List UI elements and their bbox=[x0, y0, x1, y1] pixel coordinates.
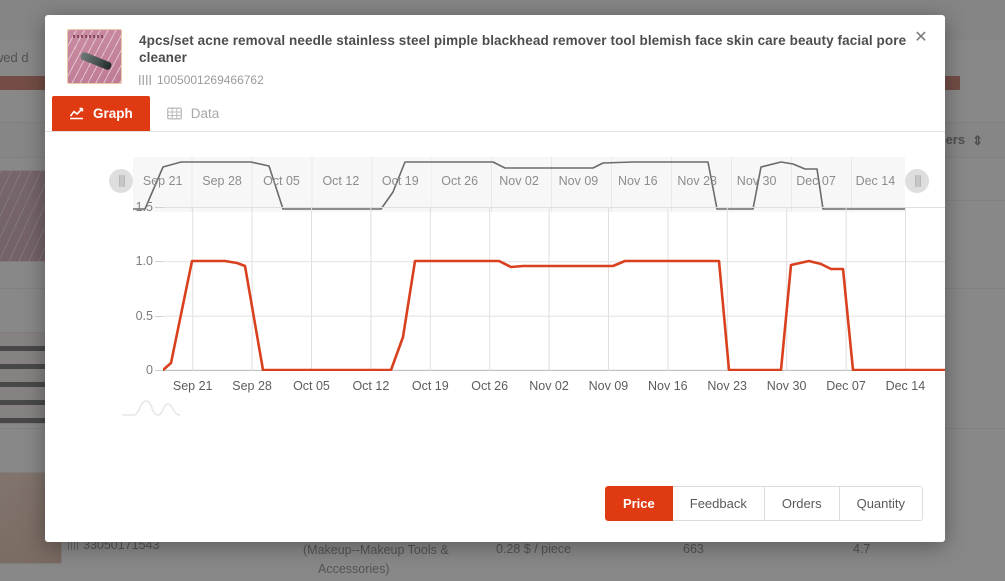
modal-footer: Price Feedback Orders Quantity bbox=[45, 464, 945, 542]
price-series-line bbox=[163, 259, 945, 371]
chart-watermark-logo bbox=[120, 397, 182, 419]
plot-canvas: 1.5 1.0 0.5 0 bbox=[136, 200, 945, 377]
metric-button-group: Price Feedback Orders Quantity bbox=[604, 485, 923, 521]
product-history-modal: 4pcs/set acne removal needle stainless s… bbox=[45, 15, 945, 542]
navigator-tick: Dec 14 bbox=[855, 174, 896, 188]
line-chart-icon bbox=[69, 107, 84, 120]
table-grid-icon bbox=[166, 107, 182, 120]
x-axis-tick: Oct 12 bbox=[352, 379, 390, 393]
x-axis-tick: Nov 16 bbox=[648, 379, 688, 393]
metric-button-price[interactable]: Price bbox=[604, 485, 673, 521]
navigator-tick: Dec 07 bbox=[796, 174, 836, 188]
thumbnail-caption-stripe bbox=[73, 35, 103, 38]
thumbnail-needle-shape bbox=[79, 51, 113, 71]
grid-lines-horizontal bbox=[163, 207, 945, 371]
metric-button-feedback[interactable]: Feedback bbox=[672, 485, 765, 521]
modal-tabs: Graph Data bbox=[45, 96, 945, 132]
main-plot-area: 1.5 1.0 0.5 0 Sep 21 Sep 28 Oct 05 Oct 1… bbox=[45, 200, 945, 457]
navigator-handle-left[interactable] bbox=[109, 169, 133, 193]
navigator-tick: Sep 28 bbox=[202, 174, 242, 188]
tab-graph-label: Graph bbox=[93, 106, 133, 121]
grid-lines-vertical bbox=[192, 207, 906, 371]
chart-body: Sep 21 Sep 28 Oct 05 Oct 12 Oct 19 Oct 2… bbox=[45, 132, 945, 462]
x-axis-tick: Dec 14 bbox=[885, 379, 926, 393]
chart-navigator[interactable]: Sep 21 Sep 28 Oct 05 Oct 12 Oct 19 Oct 2… bbox=[109, 157, 929, 212]
x-axis-tick: Dec 07 bbox=[826, 379, 866, 393]
x-axis-tick: Nov 09 bbox=[588, 379, 629, 393]
y-tick-mark bbox=[155, 370, 163, 371]
x-axis-tick: Oct 26 bbox=[471, 379, 509, 393]
x-axis-tick: Nov 23 bbox=[707, 379, 748, 393]
y-axis-label: 1.5 bbox=[135, 200, 153, 214]
x-axis-tick: Sep 28 bbox=[232, 379, 272, 393]
x-axis-tick: Oct 05 bbox=[293, 379, 330, 393]
x-axis-tick: Oct 19 bbox=[411, 379, 449, 393]
metric-button-quantity[interactable]: Quantity bbox=[839, 485, 923, 521]
y-axis-label: 0 bbox=[146, 363, 153, 377]
x-axis-tick: Nov 30 bbox=[766, 379, 807, 393]
navigator-tick: Oct 12 bbox=[322, 174, 360, 188]
product-id: 1005001269466762 bbox=[139, 73, 925, 87]
tab-graph[interactable]: Graph bbox=[52, 96, 150, 131]
navigator-tick: Nov 09 bbox=[558, 174, 599, 188]
navigator-handle-right[interactable] bbox=[905, 169, 929, 193]
y-tick-mark bbox=[155, 207, 163, 208]
y-tick-mark bbox=[155, 261, 163, 263]
navigator-tick: Oct 05 bbox=[263, 174, 300, 188]
navigator-tick: Oct 26 bbox=[441, 174, 479, 188]
close-button[interactable]: ✕ bbox=[909, 26, 933, 50]
navigator-tick: Nov 02 bbox=[499, 174, 539, 188]
navigator-tick-labels: Sep 21 Sep 28 Oct 05 Oct 12 Oct 19 Oct 2… bbox=[133, 174, 905, 188]
product-id-value: 1005001269466762 bbox=[157, 73, 264, 87]
metric-button-orders[interactable]: Orders bbox=[764, 485, 840, 521]
tab-data[interactable]: Data bbox=[149, 96, 237, 131]
y-axis-label: 0.5 bbox=[135, 308, 153, 323]
product-thumbnail bbox=[67, 29, 122, 84]
x-axis-labels: Sep 21 Sep 28 Oct 05 Oct 12 Oct 19 Oct 2… bbox=[163, 379, 945, 393]
x-axis-tick: Nov 02 bbox=[529, 379, 569, 393]
tab-data-label: Data bbox=[190, 106, 220, 121]
navigator-tick: Nov 30 bbox=[736, 174, 777, 188]
navigator-tick: Oct 19 bbox=[381, 174, 419, 188]
navigator-tick: Nov 23 bbox=[677, 174, 718, 188]
navigator-tick: Nov 16 bbox=[618, 174, 658, 188]
product-meta: 4pcs/set acne removal needle stainless s… bbox=[139, 29, 925, 87]
barcode-icon bbox=[139, 75, 151, 85]
y-tick-mark bbox=[155, 315, 163, 317]
plot-svg bbox=[163, 207, 945, 371]
y-axis-label: 1.0 bbox=[135, 254, 153, 269]
navigator-tick: Sep 21 bbox=[142, 174, 183, 188]
x-axis-tick: Sep 21 bbox=[172, 379, 213, 393]
modal-header: 4pcs/set acne removal needle stainless s… bbox=[45, 15, 945, 96]
product-title: 4pcs/set acne removal needle stainless s… bbox=[139, 33, 907, 65]
